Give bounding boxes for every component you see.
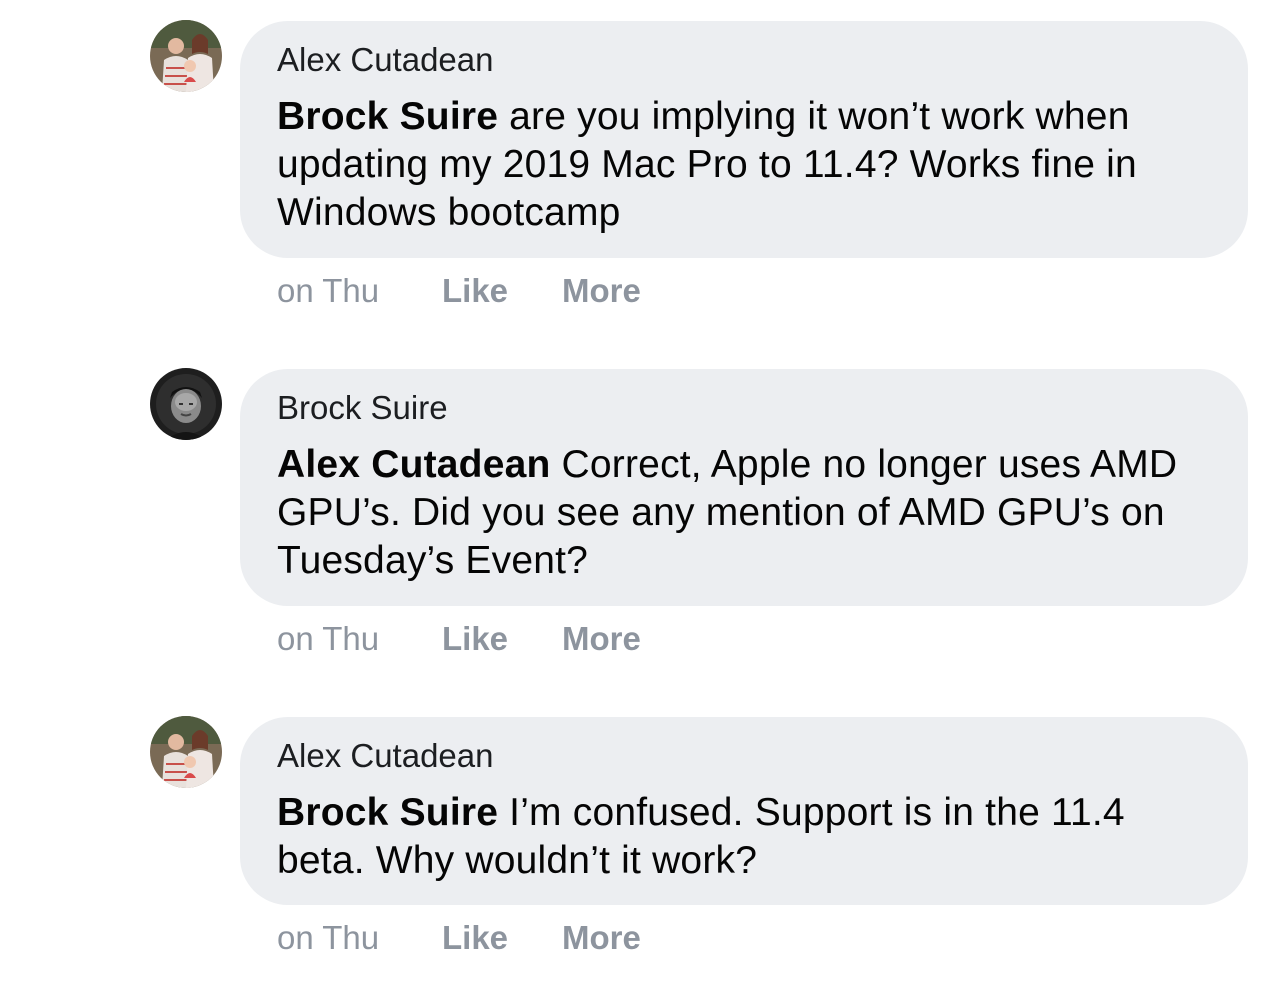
comment-timestamp[interactable]: on Thu [277, 269, 379, 313]
person-photo-avatar-icon [150, 368, 222, 440]
family-photo-avatar-icon [150, 716, 222, 788]
comment-bubble[interactable]: Brock Suire Alex Cutadean Correct, Apple… [240, 369, 1248, 606]
comment-mention[interactable]: Alex Cutadean [277, 443, 551, 486]
like-button[interactable]: Like [442, 916, 508, 960]
avatar[interactable] [150, 20, 222, 92]
more-button[interactable]: More [562, 916, 641, 960]
more-button[interactable]: More [562, 269, 641, 313]
comment-timestamp[interactable]: on Thu [277, 617, 379, 661]
avatar[interactable] [150, 716, 222, 788]
comment-bubble[interactable]: Alex Cutadean Brock Suire are you implyi… [240, 21, 1248, 258]
more-button[interactable]: More [562, 617, 641, 661]
comment-timestamp[interactable]: on Thu [277, 916, 379, 960]
like-button[interactable]: Like [442, 617, 508, 661]
family-photo-avatar-icon [150, 20, 222, 92]
comment-bubble[interactable]: Alex Cutadean Brock Suire I’m confused. … [240, 717, 1248, 905]
comment-text: Brock Suire are you implying it won’t wo… [277, 93, 1218, 237]
comment-text: Alex Cutadean Correct, Apple no longer u… [277, 441, 1218, 585]
comment-text: Brock Suire I’m confused. Support is in … [277, 789, 1218, 885]
avatar[interactable] [150, 368, 222, 440]
like-button[interactable]: Like [442, 269, 508, 313]
comment-author[interactable]: Alex Cutadean [277, 735, 1218, 777]
comment-thread: Alex Cutadean Brock Suire are you implyi… [0, 0, 1284, 987]
comment-mention[interactable]: Brock Suire [277, 791, 498, 834]
comment-author[interactable]: Alex Cutadean [277, 39, 1218, 81]
comment-mention[interactable]: Brock Suire [277, 95, 498, 138]
comment-author[interactable]: Brock Suire [277, 387, 1218, 429]
